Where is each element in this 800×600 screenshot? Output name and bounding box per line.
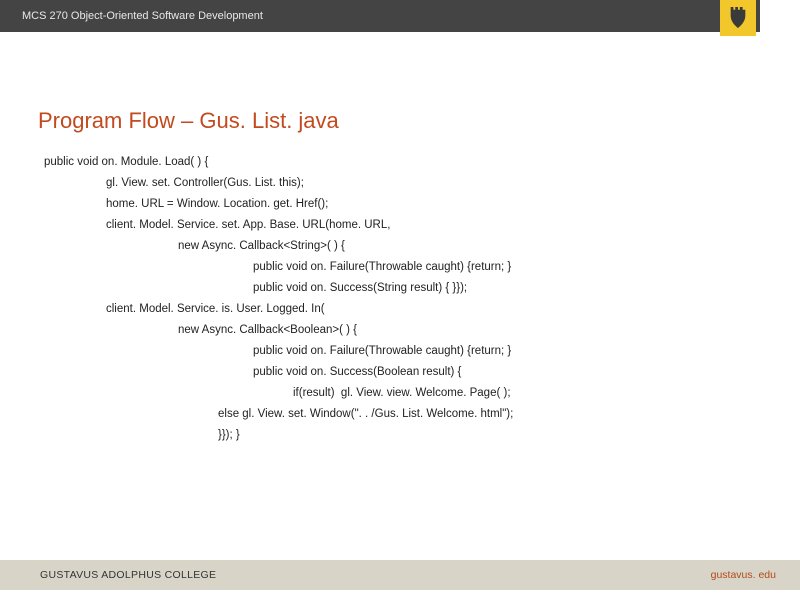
slide-content: Program Flow – Gus. List. java public vo… — [0, 32, 800, 441]
code-line: public void on. Failure(Throwable caught… — [38, 345, 762, 357]
code-line: client. Model. Service. set. App. Base. … — [38, 219, 762, 231]
footer-url: gustavus. edu — [711, 569, 776, 581]
code-line: public void on. Failure(Throwable caught… — [38, 261, 762, 273]
code-line: public void on. Success(Boolean result) … — [38, 366, 762, 378]
code-line: new Async. Callback<String>( ) { — [38, 240, 762, 252]
footer-bar: GUSTAVUS ADOLPHUS COLLEGE gustavus. edu — [0, 560, 800, 590]
code-line: public void on. Module. Load( ) { — [38, 156, 762, 168]
code-line: gl. View. set. Controller(Gus. List. thi… — [38, 177, 762, 189]
code-line: new Async. Callback<Boolean>( ) { — [38, 324, 762, 336]
shield-crown-icon — [727, 5, 749, 31]
code-line: home. URL = Window. Location. get. Href(… — [38, 198, 762, 210]
code-line: public void on. Success(String result) {… — [38, 282, 762, 294]
footer-college-name: GUSTAVUS ADOLPHUS COLLEGE — [40, 569, 216, 581]
code-line: else gl. View. set. Window(". . /Gus. Li… — [38, 408, 762, 420]
code-line: }}); } — [38, 429, 762, 441]
college-logo — [720, 0, 756, 36]
slide-title: Program Flow – Gus. List. java — [38, 108, 762, 134]
code-line: if(result) gl. View. view. Welcome. Page… — [38, 387, 762, 399]
code-line: client. Model. Service. is. User. Logged… — [38, 303, 762, 315]
header-bar: MCS 270 Object-Oriented Software Develop… — [0, 0, 760, 32]
course-title: MCS 270 Object-Oriented Software Develop… — [22, 10, 263, 22]
